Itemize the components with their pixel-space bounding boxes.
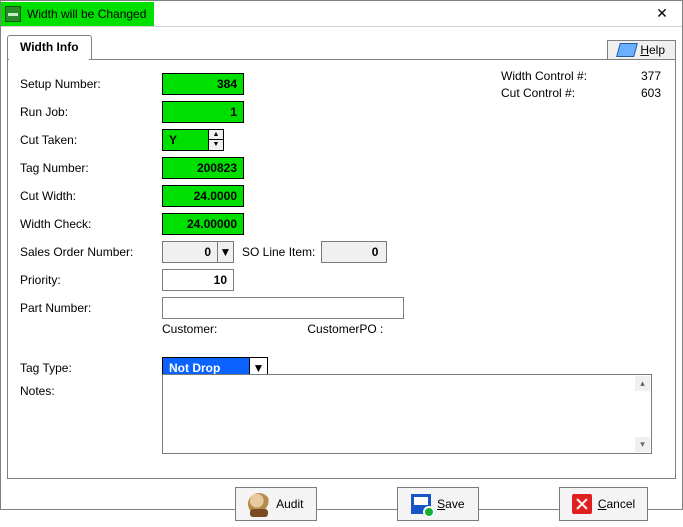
tag-number-field[interactable]: 200823 (162, 157, 244, 179)
cut-width-field[interactable]: 24.0000 (162, 185, 244, 207)
scroll-up-icon[interactable]: ▴ (635, 376, 650, 391)
help-label-rest: elp (649, 43, 665, 57)
width-control-label: Width Control #: (501, 68, 587, 85)
notes-label: Notes: (20, 382, 162, 398)
setup-number-field[interactable]: 384 (162, 73, 244, 95)
title-area: Width will be Changed (1, 2, 154, 26)
audit-label: Audit (276, 497, 303, 511)
width-check-field[interactable]: 24.00000 (162, 213, 244, 235)
cut-taken-label: Cut Taken: (20, 133, 162, 147)
dropdown-icon[interactable]: ▼ (217, 242, 233, 262)
close-icon: ✕ (656, 5, 668, 22)
part-number-field[interactable] (162, 297, 404, 319)
tab-width-info[interactable]: Width Info (7, 35, 92, 59)
tag-type-label: Tag Type: (20, 361, 162, 375)
tag-number-label: Tag Number: (20, 161, 162, 175)
run-job-label: Run Job: (20, 105, 162, 119)
cut-control-label: Cut Control #: (501, 85, 575, 102)
sales-order-number-label: Sales Order Number: (20, 245, 162, 259)
cancel-button[interactable]: Cancel (559, 487, 648, 521)
cut-width-label: Cut Width: (20, 189, 162, 203)
save-icon (411, 494, 431, 514)
scroll-down-icon[interactable]: ▾ (635, 437, 650, 452)
run-job-field[interactable]: 1 (162, 101, 244, 123)
app-icon (5, 6, 21, 22)
audit-button[interactable]: Audit (235, 487, 317, 521)
priority-field[interactable]: 10 (162, 269, 234, 291)
audit-icon (248, 493, 270, 515)
help-icon (616, 43, 638, 57)
spinner-down-icon[interactable]: ▼ (209, 140, 223, 150)
tab-label: Width Info (20, 40, 79, 54)
sales-order-number-value: 0 (163, 245, 217, 259)
width-info-panel: Width Control #: 377 Cut Control #: 603 … (7, 59, 676, 479)
cancel-icon (572, 494, 592, 514)
priority-label: Priority: (20, 273, 162, 287)
sales-order-number-field[interactable]: 0 ▼ (162, 241, 234, 263)
customer-label: Customer: (162, 322, 217, 344)
setup-number-label: Setup Number: (20, 77, 162, 91)
notes-textarea[interactable]: ▴ ▾ (162, 374, 652, 454)
close-button[interactable]: ✕ (642, 1, 682, 27)
cut-control-value: 603 (641, 85, 661, 102)
cut-taken-value: Y (163, 133, 208, 147)
titlebar: Width will be Changed ✕ (1, 1, 682, 27)
so-line-item-field[interactable]: 0 (321, 241, 387, 263)
spinner-up-icon[interactable]: ▲ (209, 130, 223, 140)
customer-po-label: CustomerPO : (307, 322, 383, 344)
save-button[interactable]: Save (397, 487, 479, 521)
window-title: Width will be Changed (27, 7, 146, 21)
cut-taken-spinner[interactable]: Y ▲ ▼ (162, 129, 224, 151)
so-line-item-label: SO Line Item: (242, 245, 315, 259)
right-metrics: Width Control #: 377 Cut Control #: 603 (501, 68, 661, 102)
bottom-button-bar: Audit Save Cancel (7, 487, 676, 521)
help-button[interactable]: Help (607, 40, 676, 60)
width-check-label: Width Check: (20, 217, 162, 231)
width-control-value: 377 (641, 68, 661, 85)
part-number-label: Part Number: (20, 301, 162, 315)
tab-row: Width Info Help (7, 33, 676, 59)
